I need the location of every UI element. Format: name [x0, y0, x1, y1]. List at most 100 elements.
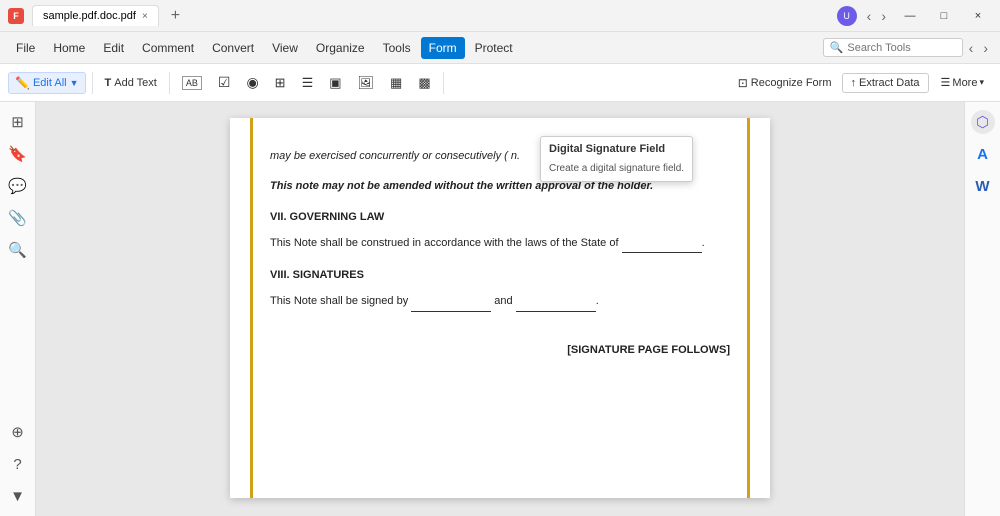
- list-icon: ☰: [302, 75, 314, 91]
- menu-protect[interactable]: Protect: [467, 37, 521, 59]
- app-tab[interactable]: sample.pdf.doc.pdf ×: [32, 5, 159, 26]
- signature-follows: [SIGNATURE PAGE FOLLOWS]: [270, 342, 730, 360]
- tooltip-description: Create a digital signature field.: [549, 161, 684, 177]
- menu-form[interactable]: Form: [421, 37, 465, 59]
- menu-comment[interactable]: Comment: [134, 37, 202, 59]
- page-border-left: [250, 118, 253, 498]
- more-button[interactable]: ☰ More ▾: [933, 73, 992, 92]
- text-field-button[interactable]: AB: [176, 73, 208, 93]
- recognize-icon: ⊡: [738, 76, 748, 90]
- checkbox-icon: ☑: [218, 74, 231, 91]
- tab-close-button[interactable]: ×: [142, 11, 148, 22]
- combo-icon: ⊞: [275, 75, 286, 91]
- sidebar-right: ⬡ A W: [964, 102, 1000, 516]
- forward-arrow[interactable]: ›: [877, 6, 890, 26]
- image-icon: 🖼: [358, 75, 375, 91]
- menu-edit[interactable]: Edit: [95, 37, 132, 59]
- trailing-text: n.: [511, 150, 520, 162]
- extract-label: Extract Data: [859, 77, 920, 89]
- sig-blank-2: [516, 293, 596, 312]
- tooltip-box: Digital Signature Field Create a digital…: [540, 136, 693, 182]
- sidebar-pages-button[interactable]: ⊞: [6, 110, 30, 134]
- sig-blank-1: [411, 293, 491, 312]
- sidebar-comment-button[interactable]: 💬: [6, 174, 30, 198]
- edit-all-button[interactable]: ✏️ Edit All ▼: [8, 72, 86, 94]
- checkbox-button[interactable]: ☑: [212, 71, 237, 94]
- date-icon: ▦: [390, 75, 402, 91]
- add-text-label: Add Text: [114, 77, 157, 89]
- extract-icon: ↑: [851, 77, 857, 89]
- section7-title: VII. GOVERNING LAW: [270, 209, 730, 227]
- sidebar-bookmark-button[interactable]: 🔖: [6, 142, 30, 166]
- radio-button[interactable]: ◉: [240, 71, 264, 94]
- nav-arrows: ‹ ›: [863, 6, 890, 26]
- tooltip-title: Digital Signature Field: [549, 141, 684, 159]
- more-icon: ☰: [941, 76, 951, 89]
- menu-home[interactable]: Home: [45, 37, 93, 59]
- page-border-right: [747, 118, 750, 498]
- document-area[interactable]: may be exercised concurrently or consecu…: [36, 102, 964, 516]
- menu-convert[interactable]: Convert: [204, 37, 262, 59]
- text-icon: T: [105, 77, 112, 89]
- main-area: ⊞ 🔖 💬 📎 🔍 ⊕ ? ▼ may be exercised concurr…: [0, 102, 1000, 516]
- toolbar: ✏️ Edit All ▼ T Add Text AB ☑ ◉ ⊞ ☰ ▣ 🖼 …: [0, 64, 1000, 102]
- back-arrow[interactable]: ‹: [863, 6, 876, 26]
- sidebar-word-button[interactable]: W: [971, 174, 995, 198]
- sidebar-ai-button[interactable]: A: [971, 142, 995, 166]
- menu-view[interactable]: View: [264, 37, 306, 59]
- recognize-label: Recognize Form: [751, 77, 832, 89]
- menu-forward[interactable]: ›: [979, 38, 992, 58]
- maximize-button[interactable]: □: [930, 6, 958, 26]
- titlebar-right: U ‹ › — □ ×: [837, 6, 992, 26]
- list-box-button[interactable]: ☰: [296, 72, 320, 94]
- signature-field-button[interactable]: ▩: [412, 72, 436, 94]
- sidebar-help-button[interactable]: ?: [6, 452, 30, 476]
- toolbar-right: ⊡ Recognize Form ↑ Extract Data ☰ More ▾: [732, 73, 992, 93]
- edit-icon: ✏️: [15, 76, 30, 90]
- section8-text: This Note shall be signed by and .: [270, 293, 730, 312]
- search-box[interactable]: 🔍: [823, 38, 963, 57]
- sidebar-bottom-button[interactable]: ▼: [6, 484, 30, 508]
- titlebar-left: F sample.pdf.doc.pdf × +: [8, 5, 184, 26]
- separator-3: [443, 72, 444, 94]
- search-input[interactable]: [847, 42, 955, 54]
- minimize-button[interactable]: —: [896, 6, 924, 26]
- sidebar-left: ⊞ 🔖 💬 📎 🔍 ⊕ ? ▼: [0, 102, 36, 516]
- combo-box-button[interactable]: ⊞: [269, 72, 292, 94]
- recognize-form-button[interactable]: ⊡ Recognize Form: [732, 73, 838, 93]
- extract-data-button[interactable]: ↑ Extract Data: [842, 73, 929, 93]
- sidebar-layers-button[interactable]: ⊕: [6, 420, 30, 444]
- menu-organize[interactable]: Organize: [308, 37, 373, 59]
- date-field-button[interactable]: ▦: [384, 72, 408, 94]
- document-content: may be exercised concurrently or consecu…: [270, 148, 730, 359]
- close-button[interactable]: ×: [964, 6, 992, 26]
- section7-text: This Note shall be construed in accordan…: [270, 235, 730, 254]
- button-field-button[interactable]: ▣: [323, 72, 347, 94]
- titlebar: F sample.pdf.doc.pdf × + U ‹ › — □ ×: [0, 0, 1000, 32]
- image-field-button[interactable]: 🖼: [352, 72, 381, 94]
- more-chevron-icon: ▾: [979, 77, 984, 88]
- search-icon: 🔍: [830, 41, 844, 54]
- separator-2: [169, 72, 170, 94]
- sidebar-ai-connect-button[interactable]: ⬡: [971, 110, 995, 134]
- menu-file[interactable]: File: [8, 37, 43, 59]
- text-field-icon: AB: [182, 76, 202, 90]
- signature-icon: ▩: [418, 75, 430, 91]
- avatar: U: [837, 6, 857, 26]
- state-blank: [622, 235, 702, 254]
- menu-tools[interactable]: Tools: [375, 37, 419, 59]
- dropdown-icon: ▼: [70, 78, 79, 88]
- signature-tooltip: Digital Signature Field Create a digital…: [540, 136, 693, 182]
- sidebar-search-button[interactable]: 🔍: [6, 238, 30, 262]
- new-tab-button[interactable]: +: [167, 7, 184, 25]
- more-label: More: [952, 77, 977, 89]
- add-text-button[interactable]: T Add Text: [99, 74, 163, 92]
- menu-back[interactable]: ‹: [965, 38, 978, 58]
- document-page: may be exercised concurrently or consecu…: [230, 118, 770, 498]
- radio-icon: ◉: [246, 74, 258, 91]
- intro-text: may be exercised concurrently or consecu…: [270, 150, 508, 162]
- separator-1: [92, 72, 93, 94]
- tab-title: sample.pdf.doc.pdf: [43, 10, 136, 22]
- edit-all-label: Edit All: [33, 77, 67, 89]
- sidebar-attachment-button[interactable]: 📎: [6, 206, 30, 230]
